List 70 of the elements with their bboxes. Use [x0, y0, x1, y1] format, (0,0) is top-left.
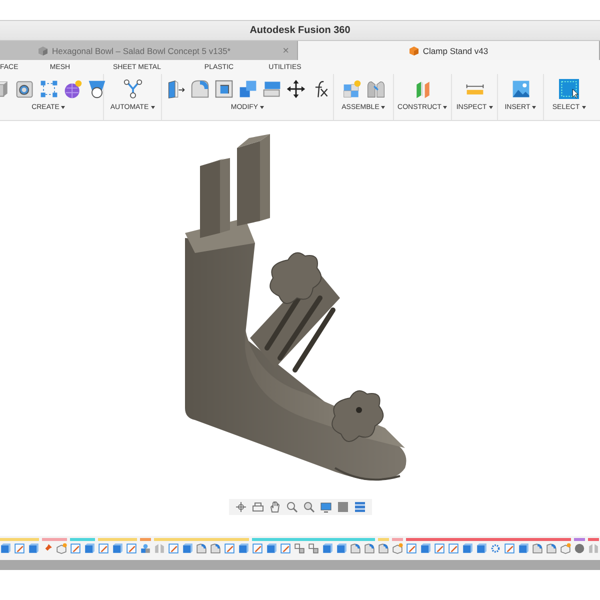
sketch-icon[interactable] — [504, 543, 515, 554]
sketch-points-icon[interactable] — [38, 79, 58, 99]
fillet-icon[interactable] — [532, 543, 543, 554]
fillet-icon[interactable] — [546, 543, 557, 554]
extrude-icon[interactable] — [266, 543, 277, 554]
fillet-icon[interactable] — [350, 543, 361, 554]
hand-icon[interactable] — [268, 501, 280, 513]
joint-icon[interactable] — [366, 79, 386, 99]
pattern-icon[interactable] — [308, 543, 319, 554]
fillet-icon[interactable] — [210, 543, 221, 554]
caret-icon — [150, 106, 155, 109]
caret-icon — [443, 106, 448, 109]
cube-icon — [408, 46, 419, 56]
extrude-icon[interactable] — [420, 543, 431, 554]
zoom-window-icon[interactable] — [302, 501, 314, 513]
loft-icon[interactable] — [86, 79, 106, 99]
sphere-icon[interactable] — [574, 543, 585, 554]
caret-icon — [61, 106, 66, 109]
fillet-icon[interactable] — [196, 543, 207, 554]
extrude-icon[interactable] — [28, 543, 39, 554]
sketch-icon[interactable] — [224, 543, 235, 554]
caret-icon — [260, 106, 264, 109]
sketch-icon[interactable] — [448, 543, 459, 554]
extrude-icon[interactable] — [84, 543, 95, 554]
extrude-icon[interactable] — [462, 543, 473, 554]
combine-icon[interactable] — [238, 79, 258, 99]
extrude-icon[interactable] — [0, 543, 11, 554]
sketch-icon[interactable] — [168, 543, 179, 554]
sketch-icon[interactable] — [280, 543, 291, 554]
extrude-icon[interactable] — [112, 543, 123, 554]
new-component-icon[interactable] — [342, 79, 362, 99]
fillet-icon[interactable] — [364, 543, 375, 554]
shell-icon[interactable] — [214, 79, 234, 99]
extrude-icon[interactable] — [336, 543, 347, 554]
sketch-icon[interactable] — [126, 543, 137, 554]
sketch-icon[interactable] — [406, 543, 417, 554]
zoom-icon[interactable] — [286, 501, 298, 513]
press-pull-icon[interactable] — [166, 79, 186, 99]
grid-icon[interactable] — [354, 501, 366, 513]
sphere-icon[interactable] — [62, 79, 82, 99]
sketch-icon[interactable] — [14, 543, 25, 554]
sketch-icon[interactable] — [434, 543, 445, 554]
image-icon[interactable] — [510, 79, 530, 99]
fillet-icon[interactable] — [190, 79, 210, 99]
cylinder-icon[interactable] — [14, 79, 34, 99]
caret-icon — [582, 106, 586, 109]
caret-icon — [532, 106, 536, 109]
node-graph-icon[interactable] — [122, 79, 142, 99]
printer-icon[interactable] — [252, 501, 264, 513]
extrude-icon[interactable] — [518, 543, 529, 554]
sketch-icon[interactable] — [70, 543, 81, 554]
window-title: Autodesk Fusion 360 — [250, 25, 350, 36]
document-tab[interactable]: Clamp Stand v43 — [298, 41, 600, 60]
extrude-icon[interactable] — [182, 543, 193, 554]
extrude-icon[interactable] — [322, 543, 333, 554]
cube-icon — [38, 46, 48, 56]
sketch-icon[interactable] — [252, 543, 263, 554]
sketch-icon[interactable] — [98, 543, 109, 554]
gear-icon[interactable] — [490, 543, 501, 554]
component-icon[interactable] — [140, 543, 151, 554]
move-arrows-icon[interactable] — [286, 79, 306, 99]
orbit-icon[interactable] — [234, 501, 246, 513]
display-icon[interactable] — [320, 501, 332, 513]
caret-icon — [381, 106, 386, 109]
select-icon[interactable] — [559, 79, 579, 99]
caret-icon — [488, 106, 493, 109]
extrude-icon[interactable] — [476, 543, 487, 554]
pattern-icon[interactable] — [294, 543, 305, 554]
fillet-icon[interactable] — [378, 543, 389, 554]
extrude-icon[interactable] — [238, 543, 249, 554]
